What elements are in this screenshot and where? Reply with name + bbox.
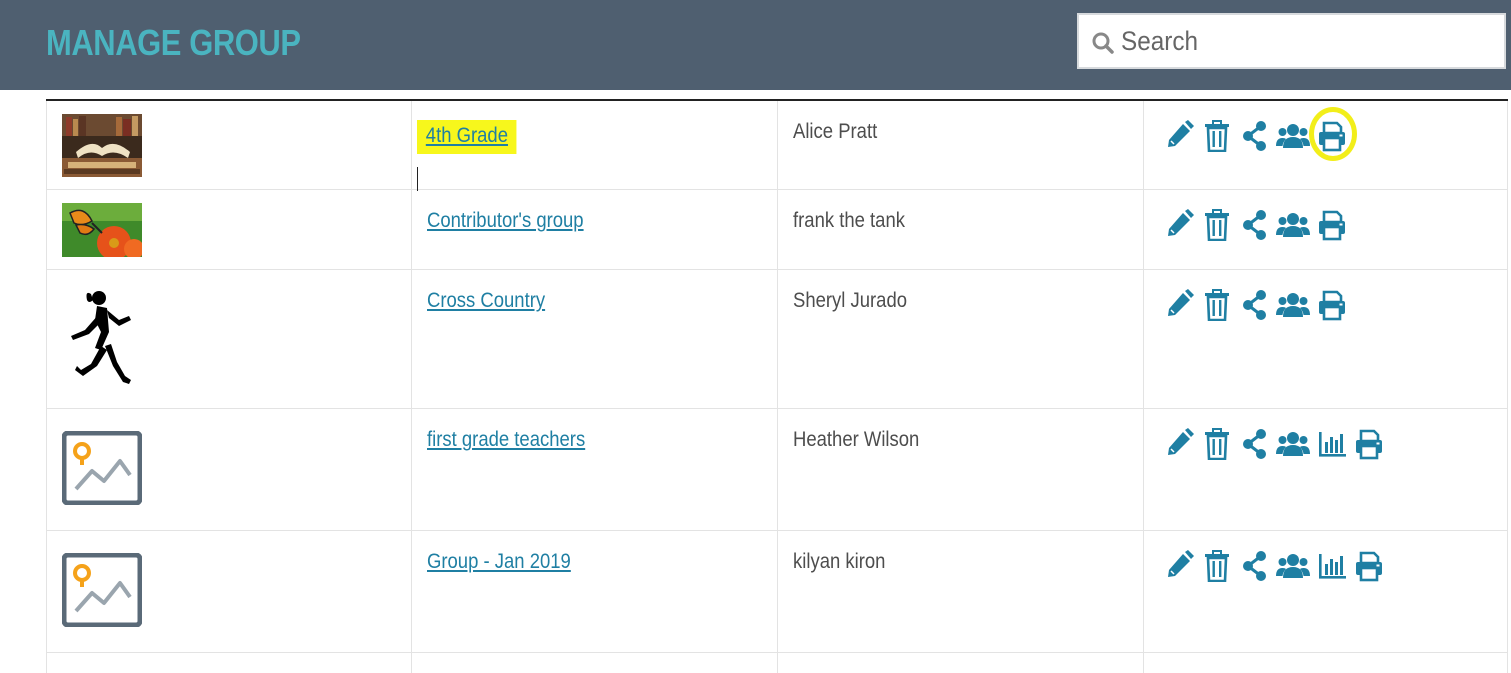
image-placeholder-icon [62,553,142,627]
pencil-icon[interactable] [1164,209,1194,241]
page-title: MANAGE GROUP [46,22,301,63]
share-icon[interactable] [1240,550,1270,582]
butterfly-photo [62,203,142,257]
table-row: Group - Jan 2019 kilyan kiron [46,531,1508,653]
share-icon[interactable] [1240,289,1270,321]
table-row: first grade teachers Heather Wilson [46,409,1508,531]
highlight-circle [1309,107,1357,161]
table-row: 4th Grade Alice Pratt [46,101,1508,191]
owner-name: Sheryl Jurado [793,289,908,312]
share-icon[interactable] [1240,209,1270,241]
users-icon[interactable] [1276,289,1310,321]
print-icon[interactable] [1354,550,1384,582]
group-link[interactable]: Contributor's group [427,209,584,233]
share-icon[interactable] [1240,120,1270,152]
trash-icon[interactable] [1202,550,1232,582]
search-icon [1092,32,1114,54]
table-row: Cross Country Sheryl Jurado [46,270,1508,409]
users-icon[interactable] [1276,120,1310,152]
print-icon[interactable] [1309,107,1357,161]
trash-icon[interactable] [1202,428,1232,460]
top-bar: MANAGE GROUP [0,0,1511,90]
trash-icon[interactable] [1202,120,1232,152]
bar-chart-icon[interactable] [1317,550,1347,582]
search-box[interactable] [1077,13,1506,69]
group-link[interactable]: first grade teachers [427,428,585,452]
users-icon[interactable] [1276,550,1310,582]
pencil-icon[interactable] [1164,428,1194,460]
share-icon[interactable] [1240,428,1270,460]
owner-name: Heather Wilson [793,428,920,451]
table-row: Contributor's group frank the tank [46,190,1508,270]
owner-name: kilyan kiron [793,550,886,573]
group-link[interactable]: Cross Country [427,289,545,313]
bar-chart-icon[interactable] [1317,428,1347,460]
print-icon[interactable] [1317,209,1347,241]
pencil-icon[interactable] [1164,289,1194,321]
trash-icon[interactable] [1202,289,1232,321]
users-icon[interactable] [1276,428,1310,460]
owner-name: frank the tank [793,209,905,232]
search-input[interactable] [1121,23,1454,59]
image-placeholder-icon [62,431,142,505]
groups-table: 4th Grade Alice Pratt Contributor's grou… [46,99,1508,673]
books-photo [62,114,142,177]
pencil-icon[interactable] [1164,120,1194,152]
owner-name: Alice Pratt [793,120,878,143]
table-row [46,653,1508,673]
print-icon[interactable] [1317,289,1347,321]
runner-silhouette [71,291,131,384]
group-link[interactable]: Group - Jan 2019 [427,550,571,574]
trash-icon[interactable] [1202,209,1232,241]
pencil-icon[interactable] [1164,550,1194,582]
text-cursor [417,167,418,191]
users-icon[interactable] [1276,209,1310,241]
print-icon[interactable] [1354,428,1384,460]
group-link[interactable]: 4th Grade [417,120,517,154]
